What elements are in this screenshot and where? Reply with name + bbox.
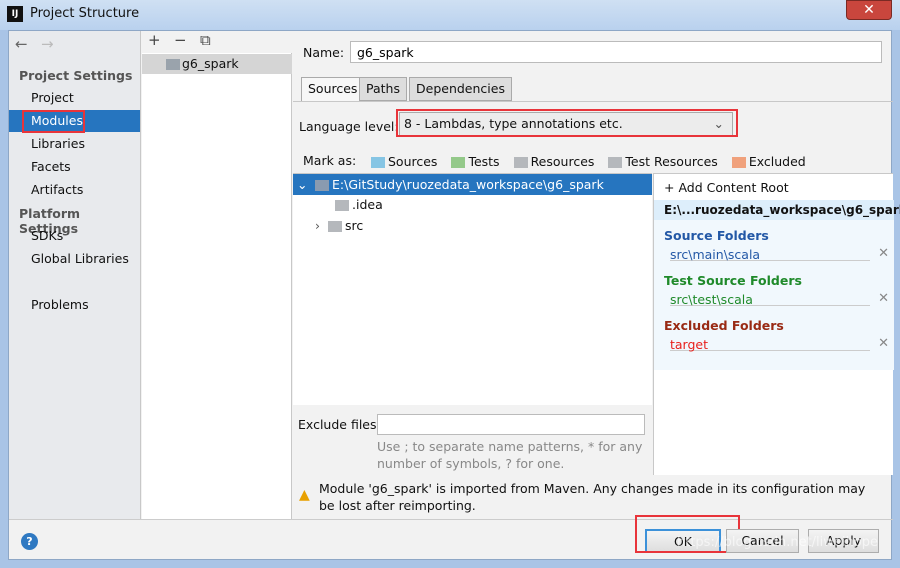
apply-button[interactable]: Apply — [808, 529, 879, 553]
project-settings-header: Project Settings — [19, 68, 133, 83]
sidebar-item-libraries[interactable]: Libraries — [9, 133, 140, 155]
module-list: + − ⧉ g6_spark — [142, 31, 292, 519]
sidebar-item-project[interactable]: Project — [9, 87, 140, 109]
tab-dependencies[interactable]: Dependencies — [409, 77, 512, 101]
add-icon[interactable]: + — [148, 31, 161, 49]
tree-root[interactable]: ⌄ E:\GitStudy\ruozedata_workspace\g6_spa… — [293, 174, 652, 195]
sidebar-item-global-libraries[interactable]: Global Libraries — [9, 248, 140, 270]
test-resources-folder-icon — [608, 157, 623, 168]
warning-text: Module 'g6_spark' is imported from Maven… — [319, 481, 866, 513]
mark-as-label: Mark as: — [303, 153, 357, 168]
plus-icon: + — [664, 180, 679, 195]
exclude-files-input[interactable] — [377, 414, 645, 435]
title-bar: IJ Project Structure ✕ — [0, 0, 900, 30]
directory-tree: ⌄ E:\GitStudy\ruozedata_workspace\g6_spa… — [293, 173, 652, 405]
chevron-right-icon[interactable]: › — [315, 218, 320, 233]
intellij-app-icon: IJ — [7, 6, 23, 22]
module-name: g6_spark — [182, 56, 239, 71]
name-label: Name: — [303, 45, 345, 60]
exclude-files-label: Exclude files: — [298, 417, 381, 432]
source-folder-entry[interactable]: src\main\scala — [670, 247, 870, 262]
folder-icon — [335, 200, 349, 211]
chevron-down-icon: ⌄ — [297, 177, 308, 192]
settings-sidebar: ← → Project Settings Project Modules Lib… — [9, 31, 141, 519]
cancel-button[interactable]: Cancel — [726, 529, 799, 553]
mark-tests-button[interactable]: Tests — [451, 154, 500, 169]
mark-excluded-button[interactable]: Excluded — [731, 154, 806, 169]
dialog-body: ← → Project Settings Project Modules Lib… — [8, 30, 900, 560]
maven-warning: ▲ Module 'g6_spark' is imported from Mav… — [293, 477, 893, 519]
mark-sources-button[interactable]: Sources — [371, 154, 437, 169]
sidebar-item-artifacts[interactable]: Artifacts — [9, 179, 140, 201]
tree-item-idea[interactable]: .idea — [335, 197, 383, 212]
test-folder-entry[interactable]: src\test\scala — [670, 292, 870, 307]
mark-test-resources-button[interactable]: Test Resources — [608, 154, 718, 169]
highlight-box — [635, 515, 740, 553]
sidebar-item-sdks[interactable]: SDKs — [9, 225, 140, 247]
tests-folder-icon — [451, 157, 466, 168]
folder-icon — [328, 221, 342, 232]
tab-paths[interactable]: Paths — [359, 77, 407, 101]
close-window-button[interactable]: ✕ — [846, 0, 892, 20]
content-roots-panel: + Add Content Root E:\...ruozedata_works… — [653, 173, 900, 475]
back-arrow-icon[interactable]: ← — [15, 35, 28, 53]
add-content-root-button[interactable]: + Add Content Root — [664, 180, 789, 195]
module-settings-panel: Name: Sources Paths Dependencies Languag… — [293, 31, 900, 519]
module-toolbar: + − ⧉ — [142, 31, 292, 53]
remove-test-icon[interactable]: ✕ — [878, 291, 889, 306]
tab-sources[interactable]: Sources — [301, 77, 365, 101]
excluded-folder-entry[interactable]: target — [670, 337, 870, 352]
highlight-box — [396, 109, 738, 137]
remove-icon[interactable]: − — [174, 31, 187, 49]
excluded-folders-header: Excluded Folders — [664, 318, 784, 333]
folder-icon — [315, 180, 329, 191]
test-folders-header: Test Source Folders — [664, 273, 802, 288]
mark-as-buttons: Sources Tests Resources Test Resources E… — [371, 154, 806, 169]
remove-excluded-icon[interactable]: ✕ — [878, 336, 889, 351]
help-icon[interactable]: ? — [21, 533, 38, 550]
content-root-path: E:\...ruozedata_workspace\g6_spark✕ — [654, 200, 900, 237]
exclude-files-hint: Use ; to separate name patterns, * for a… — [377, 439, 643, 471]
forward-arrow-icon[interactable]: → — [41, 35, 54, 53]
remove-source-icon[interactable]: ✕ — [878, 246, 889, 261]
sidebar-item-problems[interactable]: Problems — [9, 294, 140, 316]
module-item-g6-spark[interactable]: g6_spark — [142, 54, 292, 74]
tree-item-src[interactable]: › src — [315, 218, 363, 233]
mark-resources-button[interactable]: Resources — [513, 154, 594, 169]
sidebar-item-facets[interactable]: Facets — [9, 156, 140, 178]
highlight-box — [22, 110, 85, 133]
module-folder-icon — [166, 59, 180, 70]
resources-folder-icon — [513, 157, 528, 168]
copy-icon[interactable]: ⧉ — [200, 31, 211, 49]
window-title: Project Structure — [30, 6, 140, 21]
sources-folder-icon — [371, 157, 385, 168]
source-folders-header: Source Folders — [664, 228, 769, 243]
module-name-input[interactable] — [350, 41, 882, 63]
warning-icon: ▲ — [299, 487, 310, 503]
language-level-label: Language level: — [299, 119, 399, 134]
excluded-folder-icon — [731, 157, 746, 168]
